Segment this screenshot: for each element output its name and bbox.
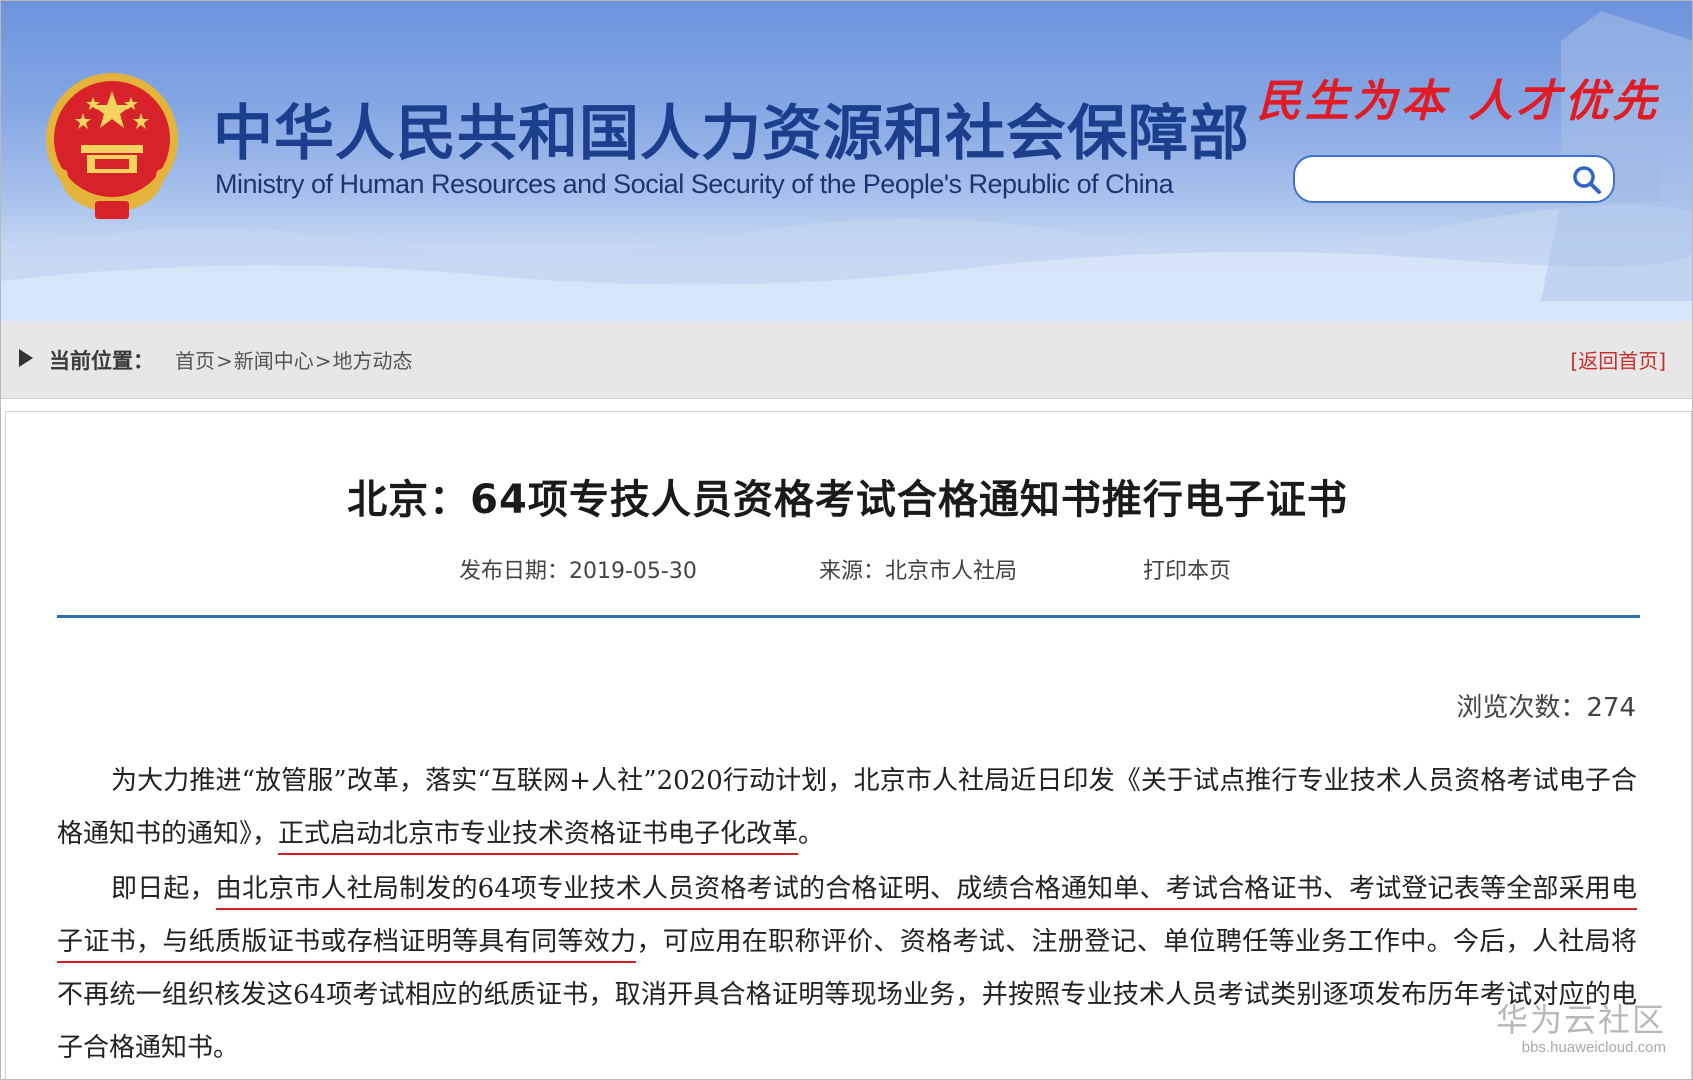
site-title-chinese: 中华人民共和国人力资源和社会保障部 (213, 99, 1250, 169)
breadcrumb-label: 当前位置： (49, 349, 154, 373)
breadcrumb-separator: > (314, 349, 332, 373)
search-box (1293, 155, 1615, 203)
search-input[interactable] (1307, 163, 1561, 197)
article-title: 北京：64项专技人员资格考试合格通知书推行电子证书 (347, 477, 1348, 523)
return-home-link[interactable]: [返回首页] (1570, 345, 1666, 374)
breadcrumb-separator: > (216, 349, 233, 373)
triangle-right-icon (19, 349, 33, 367)
page: 中华人民共和国人力资源和社会保障部 Ministry of Human Reso… (0, 0, 1693, 1080)
publish-date: 发布日期：2019-05-30 (459, 559, 697, 584)
breadcrumb-item-local-news[interactable]: 地方动态 (333, 349, 413, 373)
watermark-url: bbs.huaweicloud.com (1521, 1039, 1666, 1056)
slogan: 民生为本 人才优先 (1257, 76, 1661, 127)
paragraph-text: 即日起， (111, 874, 216, 904)
watermark: 华为云社区 bbs.huaweicloud.com (1496, 995, 1666, 1056)
search-icon[interactable] (1571, 164, 1603, 196)
article-source: 来源：北京市人社局 (819, 559, 1018, 584)
national-emblem-icon (46, 73, 178, 219)
breadcrumb-item-home[interactable]: 首页 (175, 349, 215, 373)
print-page-link[interactable]: 打印本页 (1143, 553, 1231, 585)
site-header: 中华人民共和国人力资源和社会保障部 Ministry of Human Reso… (1, 1, 1692, 321)
view-count: 浏览次数：274 (1456, 693, 1636, 723)
site-title-english: Ministry of Human Resources and Social S… (215, 169, 1174, 199)
breadcrumb: 首页>新闻中心>地方动态 (175, 345, 413, 374)
title-divider (57, 615, 1640, 618)
article-paragraph: 为大力推进“放管服”改革，落实“互联网+人社”2020行动计划，北京市人社局近日… (57, 755, 1637, 861)
article-paragraph: 即日起，由北京市人社局制发的64项专业技术人员资格考试的合格证明、成绩合格通知单… (57, 863, 1637, 1075)
breadcrumb-item-news-center[interactable]: 新闻中心 (234, 349, 314, 373)
watermark-name: 华为云社区 (1495, 1001, 1666, 1039)
breadcrumb-bar: 当前位置： 首页>新闻中心>地方动态 [返回首页] (1, 321, 1692, 399)
highlighted-text: 正式启动北京市专业技术资格证书电子化改革 (278, 819, 799, 855)
paragraph-text: 。 (798, 819, 825, 849)
